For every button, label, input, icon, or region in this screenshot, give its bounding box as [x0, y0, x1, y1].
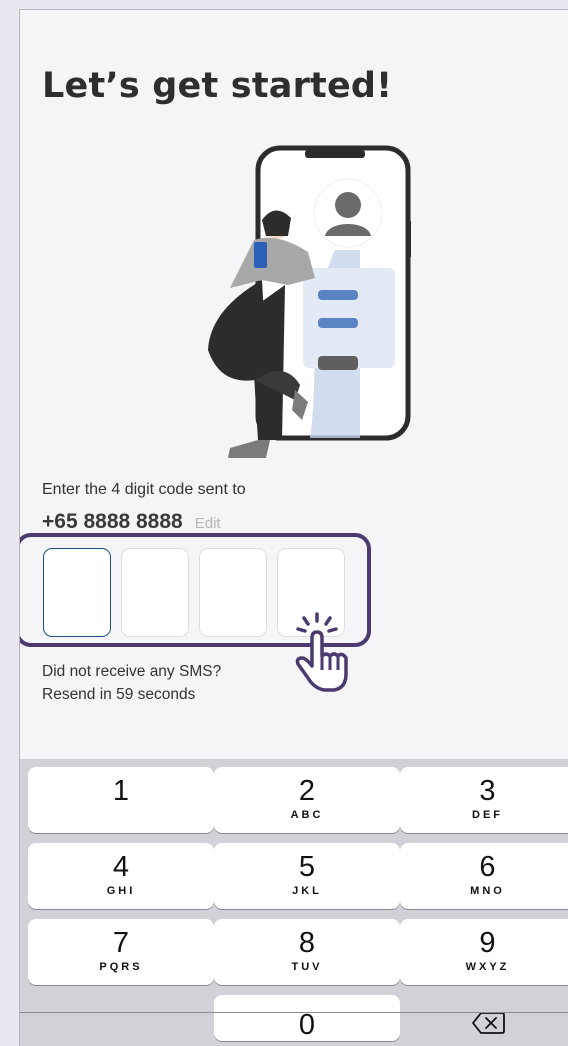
key-digit: 2 — [298, 775, 316, 807]
otp-digit-3[interactable] — [199, 548, 267, 637]
bottom-divider — [20, 1012, 568, 1046]
key-4[interactable]: 4 GHI — [28, 843, 214, 909]
key-digit: 4 — [112, 851, 130, 883]
key-9[interactable]: 9 WXYZ — [400, 919, 568, 985]
key-digit: 7 — [112, 927, 130, 959]
key-letters: TUV — [291, 961, 323, 973]
key-2[interactable]: 2 ABC — [214, 767, 400, 833]
key-letters: DEF — [472, 809, 503, 821]
no-sms-text: Did not receive any SMS? — [42, 663, 222, 680]
code-prompt: Enter the 4 digit code sent to — [42, 481, 246, 498]
app-screen: Let’s get started! Enter the 4 digit cod… — [19, 9, 568, 1046]
key-digit: 6 — [479, 851, 496, 883]
key-letters: WXYZ — [465, 961, 510, 973]
key-8[interactable]: 8 TUV — [214, 919, 400, 985]
numeric-keypad: 1 2 ABC 3 DEF 4 GHI 5 JKL 6 MNO 7 PQRS 8… — [20, 759, 568, 1046]
key-6[interactable]: 6 MNO — [400, 843, 568, 909]
key-7[interactable]: 7 PQRS — [28, 919, 214, 985]
key-letters: JKL — [292, 885, 322, 897]
phone-number: +65 8888 8888 — [42, 510, 183, 533]
key-digit: 1 — [112, 775, 130, 807]
key-letters: MNO — [470, 885, 505, 897]
phone-row: +65 8888 8888 Edit — [42, 510, 221, 534]
key-letters: GHI — [106, 885, 136, 897]
edit-link[interactable]: Edit — [195, 515, 221, 532]
woman-with-phone-illustration — [208, 145, 411, 458]
hand-pointer-icon — [295, 612, 348, 692]
key-digit: 9 — [479, 927, 496, 959]
key-digit: 3 — [479, 775, 496, 807]
key-3[interactable]: 3 DEF — [400, 767, 568, 833]
otp-digit-1[interactable] — [43, 548, 111, 637]
resend-timer: Resend in 59 seconds — [42, 686, 196, 703]
key-letters: PQRS — [99, 961, 143, 973]
key-5[interactable]: 5 JKL — [214, 843, 400, 909]
key-letters: ABC — [290, 809, 324, 821]
otp-digit-2[interactable] — [121, 548, 189, 637]
key-digit: 5 — [298, 851, 316, 883]
key-1[interactable]: 1 — [28, 767, 214, 833]
key-digit: 8 — [298, 927, 316, 959]
page-title: Let’s get started! — [42, 66, 393, 106]
sms-status: Did not receive any SMS? Resend in 59 se… — [42, 660, 221, 706]
